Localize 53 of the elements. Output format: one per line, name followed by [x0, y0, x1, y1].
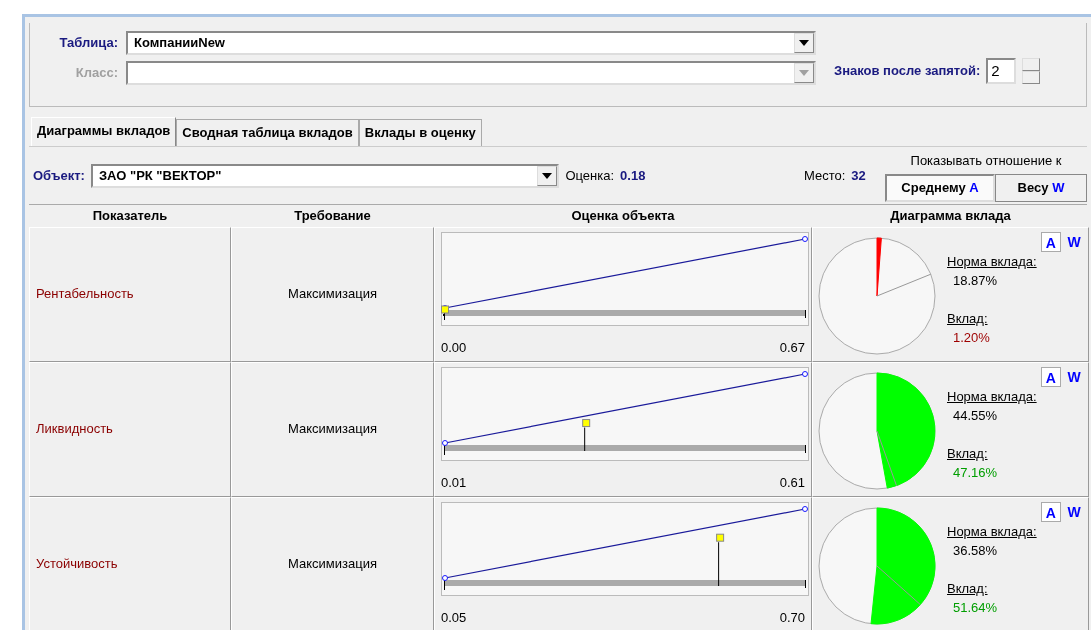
field-label: Таблица:	[59, 34, 118, 52]
norm-value: 36.58%	[952, 542, 998, 560]
contribution-label: Вклад:	[947, 309, 988, 328]
dropdown-arrow-icon	[799, 40, 809, 46]
tab[interactable]: Сводная таблица вкладов	[176, 119, 359, 146]
contribution-label: Вклад:	[947, 444, 988, 463]
axis-max-label: 0.61	[779, 473, 805, 492]
dropdown-arrow-icon	[542, 173, 553, 179]
spin-buttons[interactable]	[1022, 57, 1041, 84]
toggle-button[interactable]: Среднему A	[885, 174, 995, 202]
tab[interactable]: Вклады в оценку	[358, 119, 482, 146]
axis-max-label: 0.70	[779, 608, 805, 627]
toggle-button[interactable]: A	[1040, 501, 1061, 522]
requirement-text: Максимизация	[288, 555, 377, 574]
number-field[interactable]: 2	[986, 57, 1017, 84]
column-header: Показатель	[91, 206, 169, 225]
axis-min-label: 0.01	[441, 473, 467, 492]
indicator-name: Ликвидность	[35, 420, 113, 439]
class-dropdown[interactable]	[126, 61, 816, 85]
column-header: Требование	[293, 206, 372, 225]
toggle-button[interactable]: Весу W	[995, 174, 1087, 202]
object-dropdown[interactable]: ЗАО "РК "ВЕКТОР"	[90, 164, 560, 188]
place-label: Место:	[803, 167, 846, 186]
norm-value: 18.87%	[952, 272, 998, 290]
ratio-label: Показывать отношение к	[910, 151, 1062, 170]
norm-value: 44.55%	[952, 407, 998, 425]
axis-min-label: 0.05	[441, 608, 467, 627]
table-dropdown[interactable]: КомпанииNew	[126, 31, 816, 55]
contribution-value: 47.16%	[952, 464, 998, 482]
dropdown-arrow-icon	[799, 70, 809, 76]
place-value: 32	[851, 167, 867, 186]
norm-label: Норма вклада:	[947, 522, 1037, 541]
field-label: Объект:	[33, 167, 85, 185]
field-label: Класс:	[75, 64, 118, 82]
tab[interactable]: Диаграммы вкладов	[31, 117, 177, 146]
axis-max-label: 0.67	[779, 338, 805, 357]
contribution-value: 1.20%	[952, 329, 990, 347]
requirement-text: Максимизация	[288, 285, 377, 304]
column-header: Оценка объекта	[570, 206, 676, 225]
indicator-name: Рентабельность	[35, 285, 134, 304]
score-label: Оценка:	[565, 167, 615, 186]
norm-label: Норма вклада:	[947, 387, 1037, 406]
indicator-name: Устойчивость	[35, 555, 118, 574]
column-header: Диаграмма вклада	[889, 206, 1012, 225]
contribution-label: Вклад:	[947, 579, 988, 598]
norm-label: Норма вклада:	[947, 252, 1037, 271]
requirement-text: Максимизация	[288, 420, 377, 439]
toggle-button[interactable]: A	[1040, 231, 1061, 252]
field-label: Знаков после запятой:	[834, 61, 981, 80]
axis-min-label: 0.00	[441, 338, 467, 357]
contribution-value: 51.64%	[952, 599, 998, 617]
toggle-button[interactable]: A	[1040, 366, 1061, 387]
score-value: 0.18	[620, 167, 647, 186]
